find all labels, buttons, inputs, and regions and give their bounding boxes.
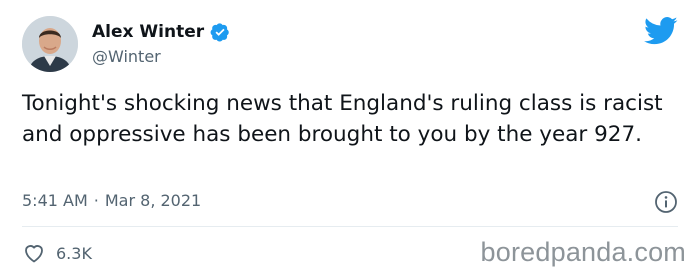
watermark: boredpanda.com <box>480 237 686 267</box>
avatar[interactable] <box>22 16 78 72</box>
author-name-row: Alex Winter <box>92 22 230 42</box>
display-name[interactable]: Alex Winter <box>92 22 204 42</box>
timestamp-separator: · <box>93 191 99 210</box>
tweet-time: 5:41 AM <box>22 191 88 210</box>
info-icon[interactable] <box>654 190 678 214</box>
like-count: 6.3K <box>56 243 92 263</box>
tweet-text: Tonight's shocking news that England's r… <box>22 91 663 147</box>
heart-icon <box>25 245 43 263</box>
avatar-photo <box>22 16 78 72</box>
verified-badge-icon <box>210 23 229 42</box>
tweet-card: Alex Winter @Winter Tonight's shocking n… <box>0 0 700 280</box>
tweet-date: Mar 8, 2021 <box>104 191 202 210</box>
author-handle[interactable]: @Winter <box>92 47 161 66</box>
like-button[interactable]: 6.3K <box>22 241 92 265</box>
twitter-bird-icon[interactable] <box>644 16 678 46</box>
divider <box>22 226 678 227</box>
tweet-timestamp[interactable]: 5:41 AM · Mar 8, 2021 <box>22 191 201 210</box>
